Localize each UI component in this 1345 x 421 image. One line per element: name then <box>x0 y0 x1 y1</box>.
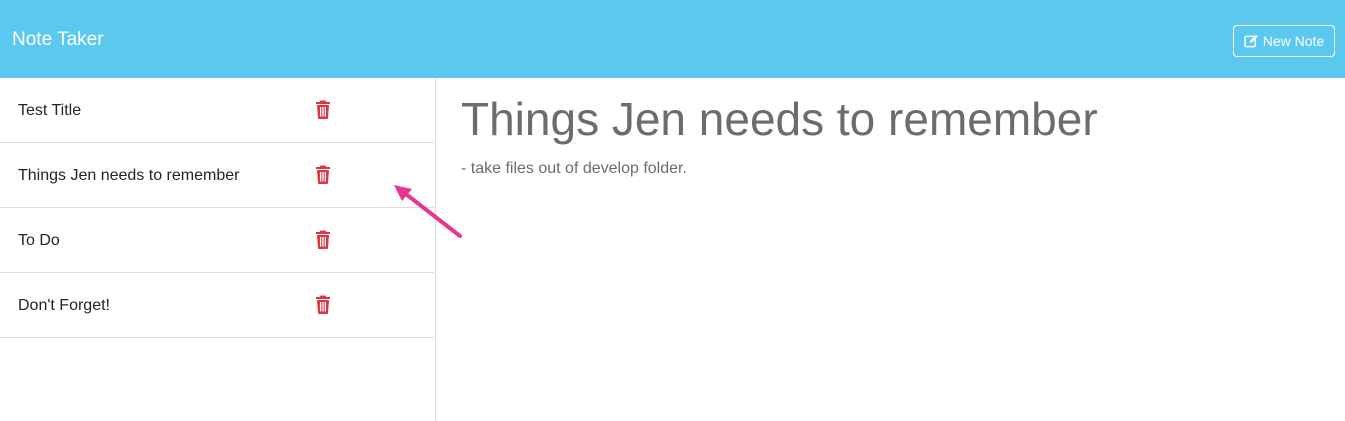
notes-list: Test Title Things Jen needs to remember … <box>0 78 436 421</box>
note-item-title: Things Jen needs to remember <box>18 167 240 184</box>
edit-icon <box>1243 34 1259 48</box>
new-note-label: New Note <box>1262 33 1325 49</box>
list-item[interactable]: Don't Forget! <box>0 273 434 338</box>
note-view: Things Jen needs to remember - take file… <box>436 78 1345 421</box>
navbar: Note Taker New Note <box>0 0 1345 78</box>
app-brand[interactable]: Note Taker <box>12 28 104 52</box>
note-title[interactable]: Things Jen needs to remember <box>461 92 1098 146</box>
note-text[interactable]: - take files out of develop folder. <box>461 159 687 179</box>
trash-icon[interactable] <box>315 230 331 249</box>
note-item-title: Test Title <box>18 102 82 119</box>
trash-icon[interactable] <box>315 165 331 184</box>
trash-icon[interactable] <box>315 100 331 119</box>
note-item-title: To Do <box>18 232 60 249</box>
list-item[interactable]: Things Jen needs to remember <box>0 143 434 208</box>
list-item[interactable]: Test Title <box>0 78 434 143</box>
list-item[interactable]: To Do <box>0 208 434 273</box>
trash-icon[interactable] <box>315 295 331 314</box>
note-item-title: Don't Forget! <box>18 297 110 314</box>
new-note-button[interactable]: New Note <box>1233 25 1335 57</box>
annotation-arrow <box>394 185 462 238</box>
